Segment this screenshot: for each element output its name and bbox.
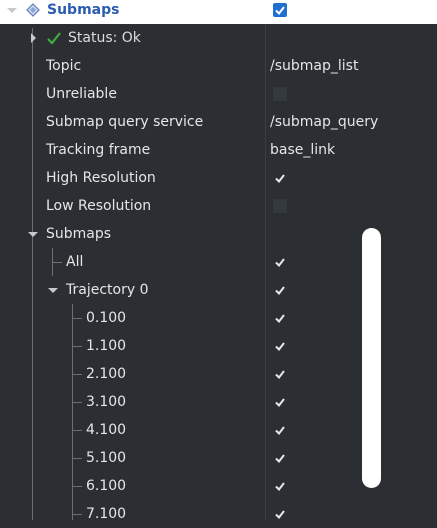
submap-item-label: 0.100 <box>86 310 127 326</box>
checkmark-icon <box>275 258 285 268</box>
property-row-topic[interactable]: Topic /submap_list <box>0 52 437 80</box>
checkmark-icon <box>275 286 285 296</box>
checkmark-icon <box>275 510 285 520</box>
submap-item-checkbox[interactable] <box>273 311 287 325</box>
trajectory-checkbox[interactable] <box>273 283 287 297</box>
submap-item-checkbox[interactable] <box>273 479 287 493</box>
topic-value[interactable]: /submap_list <box>270 52 358 80</box>
submap-query-service-value[interactable]: /submap_query <box>270 108 378 136</box>
all-label: All <box>66 254 84 270</box>
submap-item-row[interactable]: 7.100 <box>0 500 437 528</box>
display-enabled-checkbox[interactable] <box>273 3 287 17</box>
tree-guide-line <box>72 374 82 375</box>
submap-item-checkbox[interactable] <box>273 395 287 409</box>
checkmark-icon <box>275 370 285 380</box>
tree-guide-line <box>72 318 82 319</box>
property-label: Low Resolution <box>46 198 152 214</box>
tree-guide-line <box>72 402 82 403</box>
status-ok-check-icon <box>47 32 61 45</box>
property-row-unreliable[interactable]: Unreliable <box>0 80 437 108</box>
property-label: Submap query service <box>46 114 204 130</box>
submap-item-label: 2.100 <box>86 366 127 382</box>
display-name: Submaps <box>47 2 120 18</box>
tree-guide-line <box>72 458 82 459</box>
checkmark-icon <box>275 482 285 492</box>
tree-guide-line <box>72 486 82 487</box>
tree-guide-line <box>72 346 82 347</box>
submap-item-label: 6.100 <box>86 478 127 494</box>
property-row-submap-query-service[interactable]: Submap query service /submap_query <box>0 108 437 136</box>
display-diamond-icon <box>26 3 40 17</box>
status-label: Status: Ok <box>68 30 141 46</box>
checkmark-icon <box>275 342 285 352</box>
submap-item-checkbox[interactable] <box>273 367 287 381</box>
all-checkbox[interactable] <box>273 255 287 269</box>
checkmark-icon <box>275 314 285 324</box>
high-resolution-checkbox[interactable] <box>273 171 287 185</box>
property-label: Unreliable <box>46 86 117 102</box>
status-row[interactable]: Status: Ok <box>0 24 437 52</box>
checkmark-icon <box>275 454 285 464</box>
submaps-group-label: Submaps <box>46 226 112 242</box>
collapse-arrow-icon[interactable] <box>48 288 58 293</box>
unreliable-checkbox[interactable] <box>273 87 287 101</box>
trajectory-label: Trajectory 0 <box>66 282 149 298</box>
property-row-high-resolution[interactable]: High Resolution <box>0 164 437 192</box>
display-row-submaps[interactable]: Submaps <box>0 0 437 24</box>
property-row-tracking-frame[interactable]: Tracking frame base_link <box>0 136 437 164</box>
submap-item-label: 4.100 <box>86 422 127 438</box>
submap-item-checkbox[interactable] <box>273 451 287 465</box>
submap-item-label: 5.100 <box>86 450 127 466</box>
property-tree: Submaps Status: Ok Topic /submap_list Un… <box>0 0 437 522</box>
low-resolution-checkbox[interactable] <box>273 199 287 213</box>
checkmark-icon <box>275 6 285 16</box>
tree-guide-line <box>72 514 82 515</box>
property-label: Tracking frame <box>46 142 151 158</box>
checkmark-icon <box>275 398 285 408</box>
submap-item-checkbox[interactable] <box>273 423 287 437</box>
expand-arrow-icon[interactable] <box>31 33 36 43</box>
submap-item-label: 7.100 <box>86 506 127 522</box>
submap-item-label: 3.100 <box>86 394 127 410</box>
checkmark-icon <box>275 426 285 436</box>
property-row-low-resolution[interactable]: Low Resolution <box>0 192 437 220</box>
submap-item-checkbox[interactable] <box>273 507 287 521</box>
collapse-arrow-icon[interactable] <box>7 8 17 13</box>
checkmark-icon <box>275 174 285 184</box>
scrollbar-thumb[interactable] <box>362 228 381 488</box>
tree-guide-line <box>72 430 82 431</box>
submap-item-checkbox[interactable] <box>273 339 287 353</box>
submap-item-label: 1.100 <box>86 338 127 354</box>
tracking-frame-value[interactable]: base_link <box>270 136 335 164</box>
property-label: Topic <box>46 58 82 74</box>
collapse-arrow-icon[interactable] <box>28 232 38 237</box>
property-label: High Resolution <box>46 170 156 186</box>
